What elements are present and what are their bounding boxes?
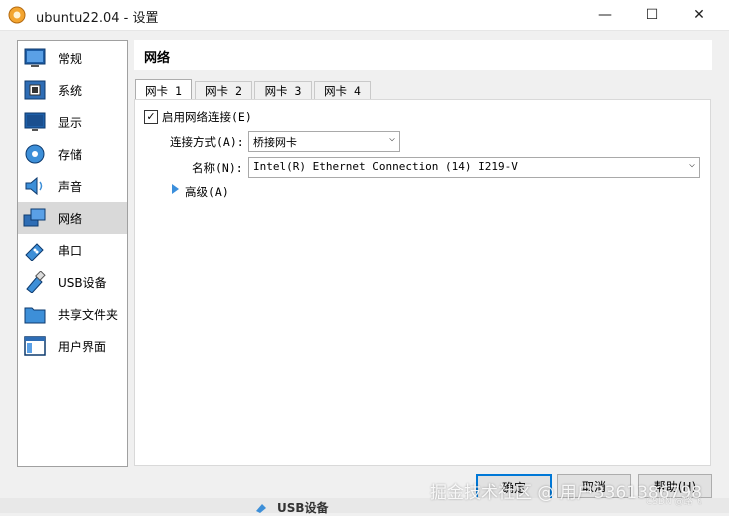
- sidebar-item-shared-folders[interactable]: 共享文件夹: [18, 298, 127, 330]
- advanced-toggle[interactable]: 高级(A): [185, 184, 229, 200]
- adapter-name-label: 名称(N):: [192, 161, 243, 175]
- attached-to-select[interactable]: 桥接网卡 ⌵: [248, 131, 400, 152]
- sidebar-item-label: 串口: [58, 244, 83, 258]
- checkmark-icon: ✓: [146, 110, 156, 123]
- minimize-button[interactable]: —: [582, 0, 628, 30]
- sidebar-item-label: 显示: [58, 116, 83, 130]
- watermark-csdn: CSDN @路飞: [646, 497, 702, 507]
- background-usb-label: USB设备: [277, 501, 329, 515]
- chevron-down-icon: ⌵: [688, 159, 695, 170]
- title-bar: ubuntu22.04 - 设置 — ☐ ✕: [0, 0, 729, 31]
- window-title: ubuntu22.04 - 设置: [36, 11, 159, 26]
- user-interface-icon: [24, 336, 46, 356]
- sidebar-item-label: 存储: [58, 148, 83, 162]
- sidebar-item-label: 用户界面: [58, 340, 107, 354]
- close-button[interactable]: ✕: [676, 0, 722, 30]
- enable-network-adapter-label[interactable]: 启用网络连接(E): [162, 109, 252, 125]
- sidebar-item-label: 系统: [58, 84, 83, 98]
- sidebar-item-label: USB设备: [58, 276, 107, 290]
- serial-port-icon: [25, 243, 44, 261]
- tab-adapter-1[interactable]: 网卡 1: [135, 79, 192, 101]
- tab-adapter-4[interactable]: 网卡 4: [314, 81, 371, 100]
- sidebar-item-network[interactable]: 网络: [18, 202, 127, 234]
- sidebar-item-usb[interactable]: USB设备: [18, 266, 127, 298]
- sidebar-item-system[interactable]: 系统: [18, 74, 127, 106]
- adapter-settings-panel: [134, 99, 711, 466]
- tab-adapter-3[interactable]: 网卡 3: [254, 81, 312, 100]
- adapter-name-value: Intel(R) Ethernet Connection (14) I219-V: [253, 160, 518, 173]
- audio-icon: [25, 176, 43, 196]
- adapter-name-select[interactable]: Intel(R) Ethernet Connection (14) I219-V…: [248, 157, 700, 178]
- maximize-icon: ☐: [645, 7, 659, 23]
- maximize-button[interactable]: ☐: [629, 0, 675, 30]
- expand-arrow-icon[interactable]: [172, 184, 179, 194]
- chevron-down-icon: ⌵: [388, 133, 395, 144]
- enable-network-adapter-checkbox[interactable]: ✓: [144, 110, 158, 124]
- settings-category-list: 常规 系统 显示 存储 声音 网络 串口 USB设备 共享文件夹 用户界面: [17, 40, 128, 467]
- storage-icon: [25, 144, 45, 164]
- shared-folder-icon: [24, 307, 46, 324]
- close-icon: ✕: [693, 7, 705, 23]
- sidebar-item-storage[interactable]: 存储: [18, 138, 127, 170]
- sidebar-item-display[interactable]: 显示: [18, 106, 127, 138]
- system-icon: [24, 80, 46, 100]
- page-title: 网络: [144, 51, 171, 66]
- sidebar-item-label: 常规: [58, 52, 83, 66]
- usb-icon: [26, 271, 46, 293]
- minimize-icon: —: [598, 7, 612, 23]
- sidebar-item-audio[interactable]: 声音: [18, 170, 127, 202]
- tab-adapter-2[interactable]: 网卡 2: [195, 81, 252, 100]
- page-header: 网络: [134, 40, 712, 70]
- attached-to-label: 连接方式(A):: [170, 135, 244, 149]
- sidebar-item-general[interactable]: 常规: [18, 42, 127, 74]
- display-icon: [24, 112, 46, 131]
- attached-to-value: 桥接网卡: [253, 136, 297, 149]
- general-icon: [24, 48, 46, 67]
- sidebar-item-label: 网络: [58, 212, 83, 226]
- sidebar-item-label: 共享文件夹: [58, 308, 119, 322]
- network-icon: [23, 208, 46, 227]
- sidebar-item-user-interface[interactable]: 用户界面: [18, 330, 127, 362]
- virtualbox-app-icon: [8, 6, 26, 24]
- sidebar-item-serial-port[interactable]: 串口: [18, 234, 127, 266]
- sidebar-item-label: 声音: [58, 180, 83, 194]
- usb-icon: [256, 504, 266, 513]
